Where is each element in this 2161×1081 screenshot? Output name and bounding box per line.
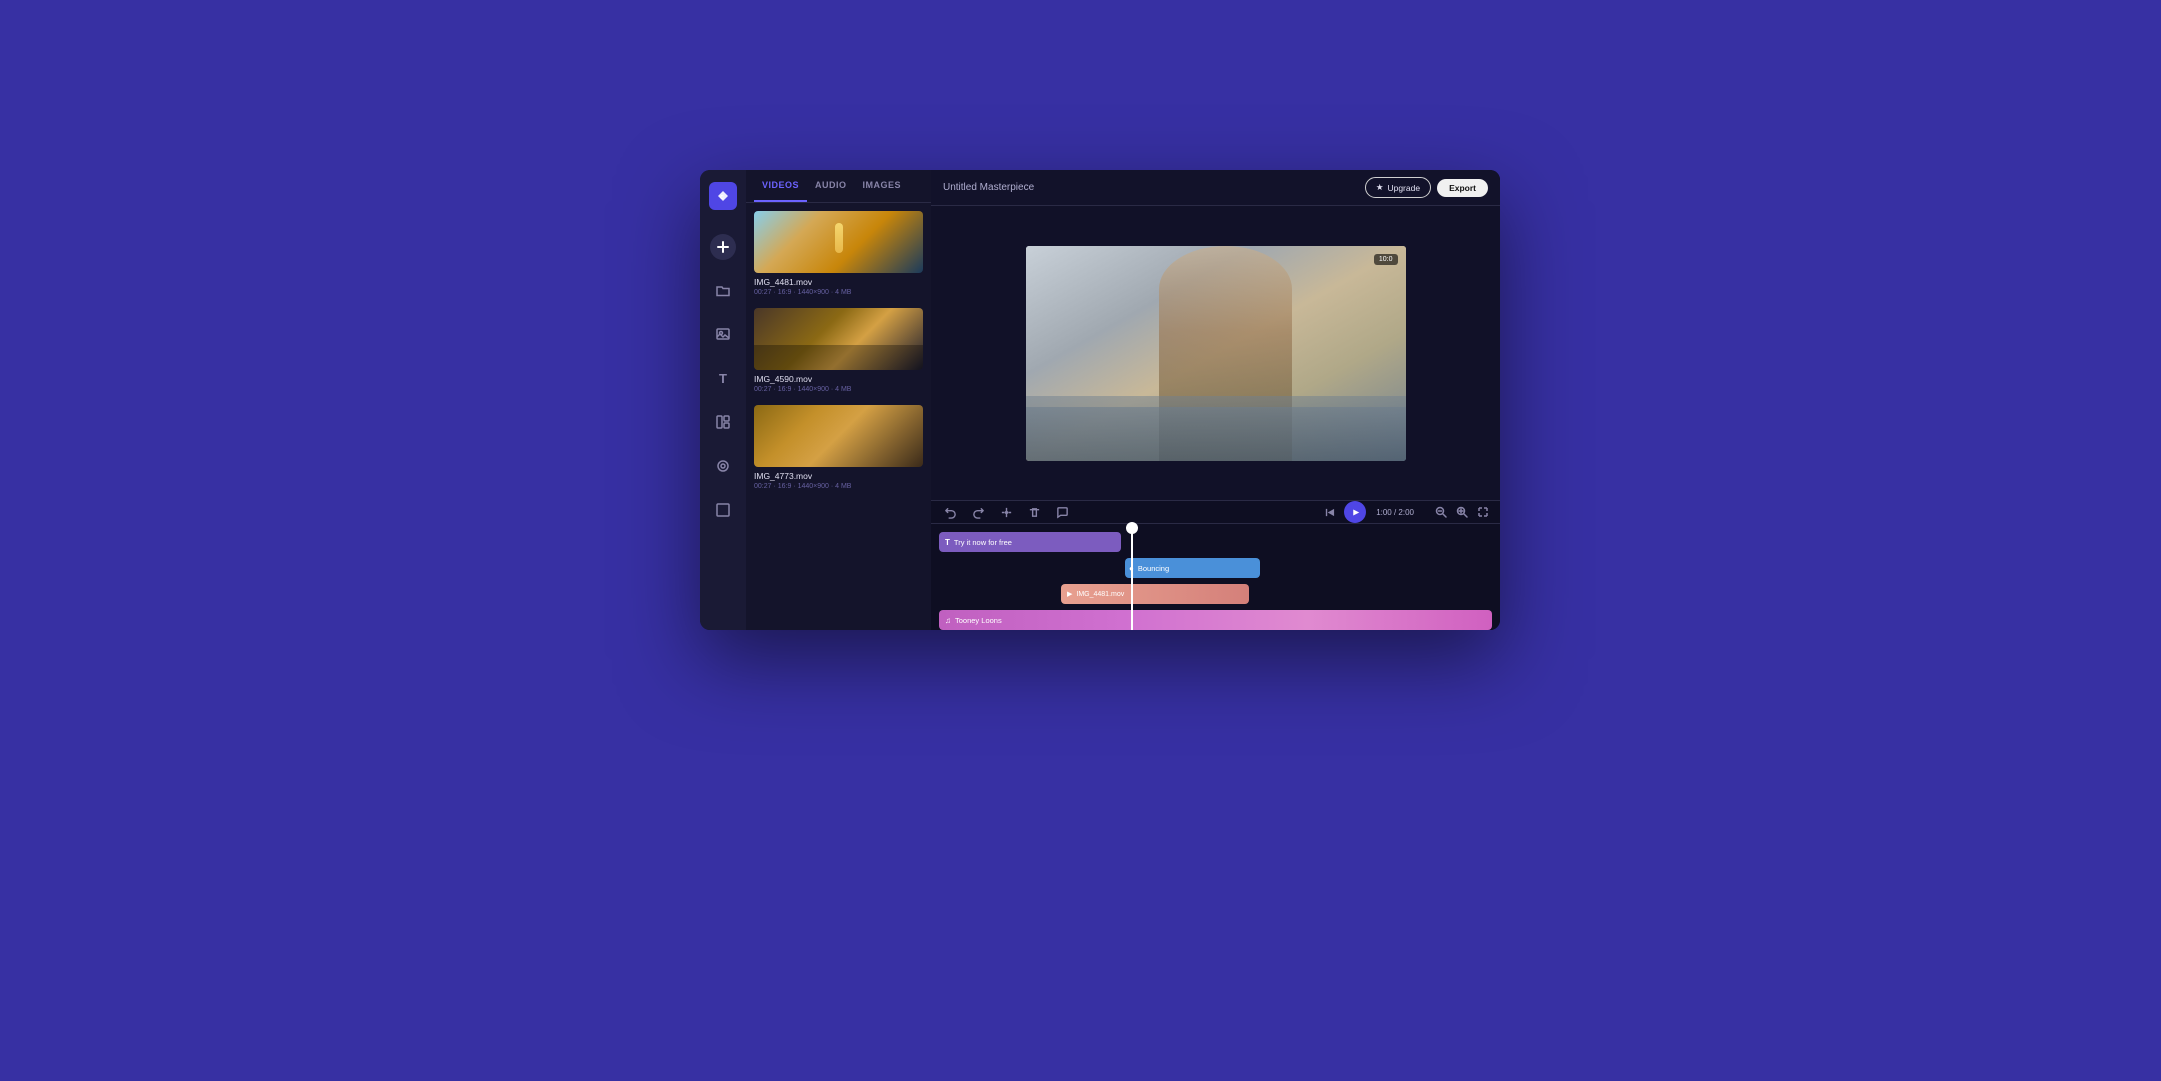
zoom-out-button[interactable] <box>1432 503 1450 521</box>
timeline-controls: 1:00 / 2:00 <box>1318 501 1492 523</box>
media-thumbnail-2 <box>754 308 923 370</box>
media-meta: 00:27 · 16:9 · 1440×900 · 4 MB <box>754 483 923 490</box>
music-track[interactable]: ♫ Tooney Loons <box>939 610 1492 630</box>
media-list: IMG_4481.mov 00:27 · 16:9 · 1440×900 · 4… <box>746 203 931 630</box>
video-track[interactable]: ▶ IMG_4481.mov <box>1061 584 1249 604</box>
upgrade-button[interactable]: ★ Upgrade <box>1365 177 1431 198</box>
star-icon: ★ <box>1376 182 1384 193</box>
app-background: c T VIDEOS <box>0 0 2161 1081</box>
frame-icon[interactable] <box>709 496 737 524</box>
music-track-label: Tooney Loons <box>955 616 1002 625</box>
video-frame: 10:0 <box>1026 246 1406 461</box>
text-track-icon: T <box>945 538 950 547</box>
skip-back-button[interactable] <box>1318 501 1340 523</box>
timeline-tracks: T Try it now for free ● Bouncing <box>931 524 1500 630</box>
bouncing-track-label: Bouncing <box>1138 564 1169 573</box>
zoom-controls <box>1432 503 1492 521</box>
header-buttons: ★ Upgrade Export <box>1365 177 1488 198</box>
preview-title: Untitled Masterpiece <box>943 182 1034 193</box>
text-track-label: Try it now for free <box>954 538 1012 547</box>
media-thumbnail-3 <box>754 405 923 467</box>
redo-button[interactable] <box>967 501 989 523</box>
timeline-area: 1:00 / 2:00 <box>931 500 1500 630</box>
text-track[interactable]: T Try it now for free <box>939 532 1121 552</box>
track-row-music: ♫ Tooney Loons <box>931 610 1500 630</box>
tab-audio[interactable]: AUDIO <box>807 170 855 202</box>
track-row-video: ▶ IMG_4481.mov <box>931 584 1500 608</box>
preview-header: Untitled Masterpiece ★ Upgrade Export <box>931 170 1500 206</box>
media-info: IMG_4773.mov 00:27 · 16:9 · 1440×900 · 4… <box>754 471 923 490</box>
text-icon[interactable]: T <box>709 364 737 392</box>
media-name: IMG_4590.mov <box>754 374 923 384</box>
playhead <box>1131 524 1133 630</box>
music-track-icon: ♫ <box>945 616 951 625</box>
media-panel: VIDEOS AUDIO IMAGES IMG_4481.mov 00:27 ·… <box>746 170 931 630</box>
media-name: IMG_4481.mov <box>754 277 923 287</box>
split-button[interactable] <box>995 501 1017 523</box>
time-badge: 10:0 <box>1374 254 1398 265</box>
preview-video: 10:0 <box>931 206 1500 500</box>
media-thumbnail-1 <box>754 211 923 273</box>
logo: c <box>709 182 737 210</box>
bouncing-track[interactable]: ● Bouncing <box>1125 558 1260 578</box>
tab-images[interactable]: IMAGES <box>855 170 910 202</box>
track-row-text: T Try it now for free <box>931 532 1500 556</box>
tab-videos[interactable]: VIDEOS <box>754 170 807 202</box>
svg-text:c: c <box>720 194 724 201</box>
media-meta: 00:27 · 16:9 · 1440×900 · 4 MB <box>754 289 923 296</box>
undo-button[interactable] <box>939 501 961 523</box>
play-button[interactable] <box>1344 501 1366 523</box>
media-meta: 00:27 · 16:9 · 1440×900 · 4 MB <box>754 386 923 393</box>
track-row-bouncing: ● Bouncing <box>931 558 1500 582</box>
fit-button[interactable] <box>1474 503 1492 521</box>
list-item[interactable]: IMG_4481.mov 00:27 · 16:9 · 1440×900 · 4… <box>754 211 923 296</box>
filter-icon[interactable] <box>709 452 737 480</box>
delete-button[interactable] <box>1023 501 1045 523</box>
media-name: IMG_4773.mov <box>754 471 923 481</box>
image-icon[interactable] <box>709 320 737 348</box>
media-tabs: VIDEOS AUDIO IMAGES <box>746 170 931 203</box>
sidebar: c T <box>700 170 746 630</box>
list-item[interactable]: IMG_4773.mov 00:27 · 16:9 · 1440×900 · 4… <box>754 405 923 490</box>
video-track-icon: ▶ <box>1067 590 1072 598</box>
timeline-toolbar: 1:00 / 2:00 <box>931 501 1500 524</box>
list-item[interactable]: IMG_4590.mov 00:27 · 16:9 · 1440×900 · 4… <box>754 308 923 393</box>
zoom-in-button[interactable] <box>1453 503 1471 521</box>
folder-icon[interactable] <box>709 276 737 304</box>
template-icon[interactable] <box>709 408 737 436</box>
time-display: 1:00 / 2:00 <box>1376 508 1414 517</box>
add-button[interactable] <box>710 234 736 260</box>
export-button[interactable]: Export <box>1437 179 1488 197</box>
media-info: IMG_4481.mov 00:27 · 16:9 · 1440×900 · 4… <box>754 277 923 296</box>
app-window: c T VIDEOS <box>700 170 1500 630</box>
preview-area: Untitled Masterpiece ★ Upgrade Export 10… <box>931 170 1500 630</box>
video-track-label: IMG_4481.mov <box>1076 591 1124 598</box>
media-info: IMG_4590.mov 00:27 · 16:9 · 1440×900 · 4… <box>754 374 923 393</box>
comment-button[interactable] <box>1051 501 1073 523</box>
